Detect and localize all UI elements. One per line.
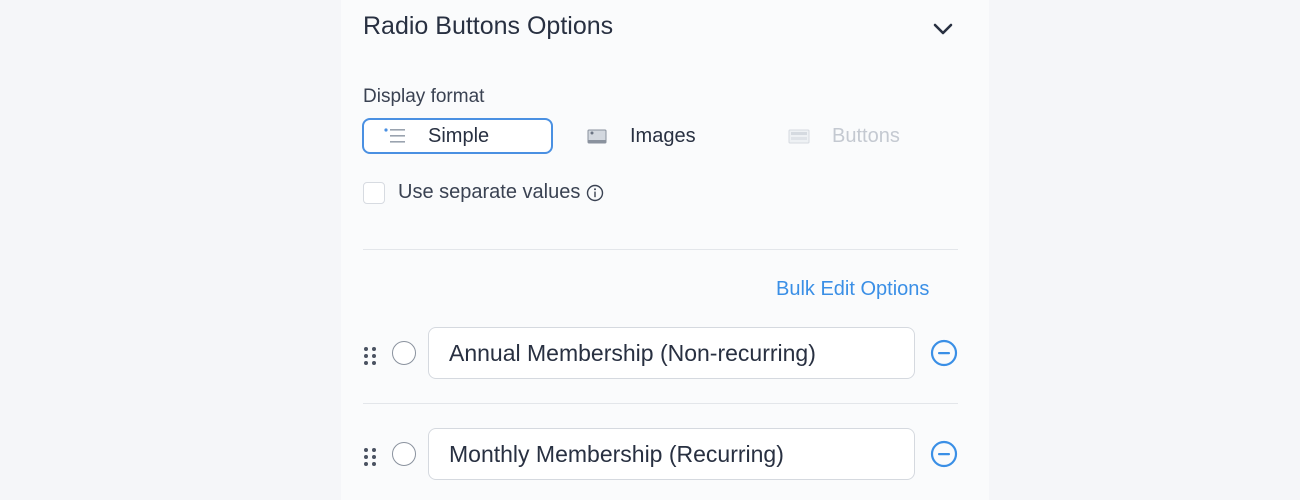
display-format-images[interactable]: Images [586,118,696,154]
divider [363,249,958,250]
drag-handle-icon[interactable] [363,447,377,467]
display-format-simple-label: Simple [428,124,490,147]
remove-option-icon[interactable] [930,440,958,468]
option-radio[interactable] [392,341,416,365]
bulk-edit-options-link[interactable]: Bulk Edit Options [776,278,929,301]
buttons-icon [788,127,810,145]
drag-handle-icon[interactable] [363,346,377,366]
option-value-input[interactable] [428,428,915,480]
section-title: Radio Buttons Options [363,12,614,40]
radio-options-panel [341,0,989,500]
separate-values-row: Use separate values [363,181,604,204]
separate-values-label: Use separate values [398,181,581,203]
divider [363,403,958,404]
remove-option-icon[interactable] [930,339,958,367]
image-icon [586,127,608,145]
info-icon[interactable] [586,184,604,202]
display-format-images-label: Images [630,124,696,147]
list-icon [384,127,406,145]
display-format-buttons[interactable]: Buttons [788,118,900,154]
option-row [363,428,963,480]
display-format-simple[interactable]: Simple [362,118,553,154]
option-radio[interactable] [392,442,416,466]
option-row [363,327,963,379]
option-value-input[interactable] [428,327,915,379]
display-format-label: Display format [363,86,485,107]
chevron-down-icon[interactable] [930,16,956,42]
separate-values-checkbox[interactable] [363,181,385,204]
display-format-buttons-label: Buttons [832,124,900,147]
